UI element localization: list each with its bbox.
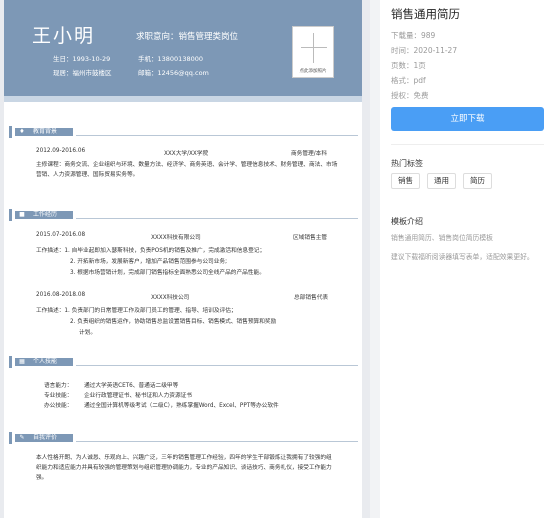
resume-preview-panel: 王小明 求职意向：销售管理类岗位 生日：1993-10-29 手机：138001… (0, 0, 370, 518)
publish-time: 时间：2020-11-27 (391, 46, 458, 55)
job-description-line: 工作描述：1. 负责部门的日常管理工作及部门员工的管理、指导、培训及评估； (36, 308, 237, 314)
grid-icon: ▦ (19, 358, 25, 365)
template-info-sidebar: 销售通用简历 下载量：989 时间：2020-11-27 页数：1页 格式：pd… (380, 0, 554, 518)
skill-label: 语言能力： (44, 383, 73, 389)
job-role: 总部销售代表 (294, 295, 329, 301)
tags-heading: 热门标签 (391, 159, 423, 168)
page-count: 页数：1页 (391, 61, 426, 70)
skill-label: 专业技能： (44, 393, 73, 399)
residence: 现居：福州市鼓楼区 (53, 69, 112, 77)
intro-tip: 建议下载福昕阅读器填写表单，适配效果更好。 (391, 253, 534, 261)
section-work: 工作经历 ■ (9, 209, 362, 221)
download-count: 下载量：989 (391, 31, 436, 40)
job-period: 2016.08-2018.08 (36, 292, 86, 298)
email: 邮箱：12456@qq.com (138, 69, 209, 77)
skill-label: 办公技能： (44, 403, 73, 409)
header-strip (4, 96, 362, 102)
briefcase-icon: ■ (19, 211, 25, 218)
skill-value: 通过全国计算机等级考试（二级C），熟练掌握Word、Excel、PPT等办公软件 (84, 403, 279, 409)
edu-courses: 主修课程：商务交流、企业组织与环境、数量方法、经济学、商务英语、会计学、管理信息… (36, 162, 338, 178)
job-role: 区域销售主管 (293, 235, 328, 241)
job-period: 2015.07-2016.08 (36, 232, 86, 238)
skill-value: 通过大学英语CET6、普通话二级甲等 (84, 383, 179, 389)
file-format: 格式：pdf (391, 76, 426, 85)
download-button[interactable]: 立即下载 (391, 107, 544, 131)
license: 授权：免费 (391, 91, 429, 100)
section-skills: 个人技能 ▦ (9, 356, 362, 368)
job-company: XXXX科技公司 (151, 295, 190, 301)
intro-text: 销售通用简历、销售岗位简历模板 (391, 234, 493, 242)
job-intent: 求职意向：销售管理类岗位 (136, 32, 239, 42)
photo-placeholder[interactable]: 点此添加照片 (292, 26, 334, 78)
skill-value: 企业行政管理证书、秘书证和人力资源证书 (84, 393, 193, 399)
tag-resume[interactable]: 简历 (463, 173, 492, 189)
tag-sales[interactable]: 销售 (391, 173, 420, 189)
resume-name: 王小明 (32, 25, 96, 47)
photo-caption: 点此添加照片 (299, 69, 327, 74)
tag-general[interactable]: 通用 (427, 173, 456, 189)
edu-school: XXX大学/XX学院 (164, 151, 209, 157)
graduation-cap-icon: ♦ (19, 128, 25, 135)
resume-header: 王小明 求职意向：销售管理类岗位 生日：1993-10-29 手机：138001… (4, 0, 362, 96)
job-description-line: 2. 负责组织的销售运作，协助销售总监设置销售目标、销售模式、销售预算和奖励 (70, 319, 277, 325)
phone: 手机：13800138000 (138, 55, 203, 63)
job-description-line: 2. 开拓新市场，发展新客户，增加产品销售范围参与公司业务; (70, 259, 228, 265)
job-description-line: 计划。 (79, 330, 97, 336)
evaluation-text: 本人性格开朗、为人诚恳、乐观向上、兴趣广泛，三年的销售管理工作经验，四年的学生干… (36, 455, 332, 481)
job-description-line: 工作描述：1. 自毕业起即加入瑟斯科技，负责POS机的销售及推广，完成激活和信息… (36, 248, 266, 254)
job-description-line: 3. 根据市场营销计划，完成部门销售指标全面熟悉公司全线产品的产品性能。 (70, 270, 265, 276)
pencil-icon: ✎ (19, 434, 25, 441)
template-title: 销售通用简历 (391, 7, 460, 21)
intro-heading: 模板介绍 (391, 217, 423, 226)
job-company: XXXX科技有限公司 (151, 235, 201, 241)
plus-icon (313, 33, 314, 63)
edu-degree: 商务管理/本科 (291, 151, 328, 157)
resume-page: 王小明 求职意向：销售管理类岗位 生日：1993-10-29 手机：138001… (4, 0, 362, 518)
divider (391, 144, 544, 145)
birthday: 生日：1993-10-29 (53, 55, 111, 63)
section-education: 教育背景 ♦ (9, 126, 362, 138)
edu-period: 2012.09-2016.06 (36, 148, 86, 154)
section-evaluation: 自我评价 ✎ (9, 432, 362, 444)
